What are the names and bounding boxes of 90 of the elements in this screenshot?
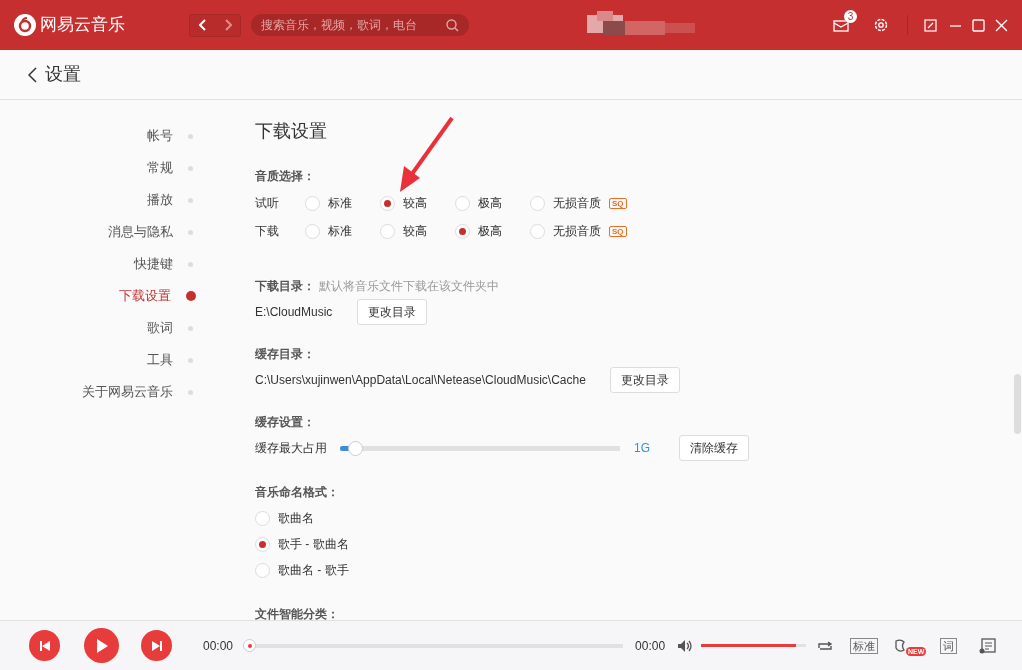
option-label: 无损音质 (553, 195, 601, 212)
logo-icon (14, 14, 36, 36)
field-label: 缓存设置： (255, 414, 316, 431)
sidebar-item[interactable]: 快捷键 (134, 254, 173, 274)
settings-icon[interactable] (873, 17, 889, 33)
quality-badge: SQ (609, 197, 627, 209)
slider-thumb[interactable] (347, 440, 363, 456)
next-button[interactable] (141, 630, 172, 661)
sidebar-item[interactable]: 帐号 (147, 126, 173, 146)
radio-button[interactable] (380, 195, 395, 211)
effects-icon[interactable] (894, 638, 907, 653)
next-icon (150, 639, 163, 652)
field-label: 缓存目录： (255, 346, 316, 363)
progress-thumb[interactable] (243, 639, 257, 652)
lyrics-button[interactable]: 词 (940, 637, 958, 654)
radio-button[interactable] (305, 223, 320, 239)
mail-icon[interactable] (833, 18, 849, 32)
option-label: 歌曲名 - 歌手 (278, 562, 349, 579)
search-field[interactable]: 搜索音乐，视频，歌词，电台 (251, 14, 469, 36)
field-label: 音质选择： (255, 168, 316, 185)
radio-button[interactable] (255, 510, 270, 526)
option-label: 无损音质 (553, 223, 601, 240)
timeline-dot (186, 291, 196, 301)
sidebar-item[interactable]: 关于网易云音乐 (82, 382, 173, 402)
option-label: 极高 (478, 195, 502, 212)
quality-button[interactable]: 标准 (850, 637, 879, 654)
sidebar-item[interactable]: 工具 (147, 350, 173, 370)
back-icon[interactable] (28, 66, 37, 83)
change-directory-button[interactable]: 更改目录 (609, 367, 680, 393)
scrollbar-thumb[interactable] (1014, 374, 1021, 434)
sidebar-item[interactable]: 常规 (147, 158, 173, 178)
sidebar-item[interactable]: 歌词 (147, 318, 173, 338)
app-name: 网易云音乐 (40, 14, 125, 37)
forward-icon (223, 19, 232, 31)
elapsed-time: 00:00 (203, 637, 234, 655)
close-icon[interactable] (995, 18, 1008, 32)
clear-cache-button[interactable]: 清除缓存 (679, 435, 749, 461)
option-label: 极高 (478, 223, 502, 240)
option-label: 标准 (328, 223, 352, 240)
option-label: 歌曲名 (278, 510, 314, 527)
page-title: 设置 (45, 63, 81, 86)
loop-icon[interactable] (816, 638, 835, 653)
timeline-dot (188, 197, 193, 203)
slider-label: 缓存最大占用 (255, 440, 328, 457)
volume-icon[interactable] (677, 638, 694, 653)
sidebar-item[interactable]: 下载设置 (119, 286, 171, 306)
timeline-dot (188, 261, 193, 267)
option-label: 标准 (328, 195, 352, 212)
radio-button[interactable] (255, 562, 270, 578)
timeline-dot (188, 389, 193, 395)
back-icon (198, 19, 207, 31)
hint-text: 默认将音乐文件下载在该文件夹中 (319, 278, 499, 295)
play-icon (94, 637, 109, 654)
total-time: 00:00 (635, 637, 666, 655)
option-label: 歌手 - 歌曲名 (278, 536, 349, 553)
radio-button[interactable] (455, 195, 470, 211)
field-label: 文件智能分类： (255, 606, 340, 620)
row-label: 试听 (255, 195, 280, 212)
radio-button[interactable] (530, 195, 545, 211)
field-label: 音乐命名格式： (255, 484, 340, 501)
previous-button[interactable] (29, 630, 60, 661)
option-label: 较高 (403, 195, 427, 212)
timeline-dot (188, 325, 193, 331)
timeline-dot (188, 229, 193, 235)
maximize-icon[interactable] (972, 18, 985, 32)
path-text: C:\Users\xujinwen\AppData\Local\Netease\CloudMusic\Cache (255, 372, 586, 389)
play-button[interactable] (84, 628, 119, 663)
previous-icon (38, 639, 51, 652)
timeline-dot (188, 357, 193, 363)
quality-badge: SQ (609, 225, 627, 237)
path-text: E:\CloudMusic (255, 304, 334, 321)
field-label: 下载目录： (255, 278, 315, 295)
mini-mode-icon[interactable] (924, 18, 937, 32)
radio-button[interactable] (530, 223, 545, 239)
option-label: 较高 (403, 223, 427, 240)
change-directory-button[interactable]: 更改目录 (357, 299, 427, 325)
playlist-icon[interactable] (979, 637, 998, 654)
timeline-dot (188, 133, 193, 139)
row-label: 下载 (255, 223, 280, 240)
message-badge: 3 (844, 10, 857, 23)
section-title: 下载设置 (255, 120, 328, 143)
size-reading: 1G (634, 440, 649, 457)
sidebar-item[interactable]: 消息与隐私 (108, 222, 173, 242)
radio-button[interactable] (255, 536, 270, 552)
radio-button[interactable] (380, 223, 395, 239)
search-icon[interactable] (446, 19, 459, 32)
timeline-dot (188, 165, 193, 171)
radio-button[interactable] (455, 223, 470, 239)
sidebar-item[interactable]: 播放 (147, 190, 173, 210)
radio-button[interactable] (305, 195, 320, 211)
